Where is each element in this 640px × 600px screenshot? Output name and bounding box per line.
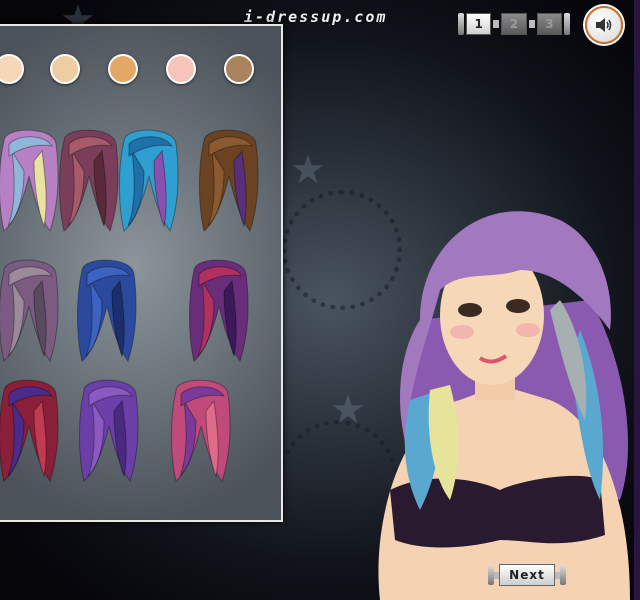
page-3-button[interactable]: 3 [536,13,563,35]
hair-option-brown-purple-shoulder[interactable] [194,126,264,236]
model-blush [516,323,540,337]
next-button[interactable]: Next [488,563,566,587]
skin-tone-swatch[interactable] [0,54,24,84]
doll-model [378,211,630,600]
pager-end-cap [458,13,464,35]
game-stage: ★ ★ ★ i-dressup.com 1 2 3 Next [0,0,640,600]
page-selector: 1 2 3 [458,12,570,36]
hair-selection-panel [0,24,283,522]
pager-end-cap [564,13,570,35]
skin-tone-swatch[interactable] [166,54,196,84]
hair-option-pink-purple-curls[interactable] [166,376,236,486]
hair-option-blue-twin-braids[interactable] [72,256,142,366]
hair-option-blue-bob-bangs[interactable] [114,126,184,236]
page-1-button[interactable]: 1 [465,13,492,35]
button-end-cap [560,565,566,585]
hair-option-purple-red-streaks[interactable] [184,256,254,366]
star-decoration: ★ [290,147,326,193]
next-button-label: Next [499,564,555,586]
sound-toggle-button[interactable] [585,6,623,44]
model-blush [450,325,474,339]
hair-option-red-purple-streaks[interactable] [0,376,64,486]
skin-tone-swatch[interactable] [50,54,80,84]
speaker-icon [596,18,612,32]
page-2-button[interactable]: 2 [501,13,527,35]
skin-tone-swatch[interactable] [108,54,138,84]
pager-link [493,20,500,28]
pager-link [528,20,535,28]
hair-option-violet-long-wave[interactable] [74,376,144,486]
model-eye [458,303,482,317]
model-eye [506,299,530,313]
skin-tone-swatch[interactable] [224,54,254,84]
hair-option-purple-updo[interactable] [0,256,64,366]
